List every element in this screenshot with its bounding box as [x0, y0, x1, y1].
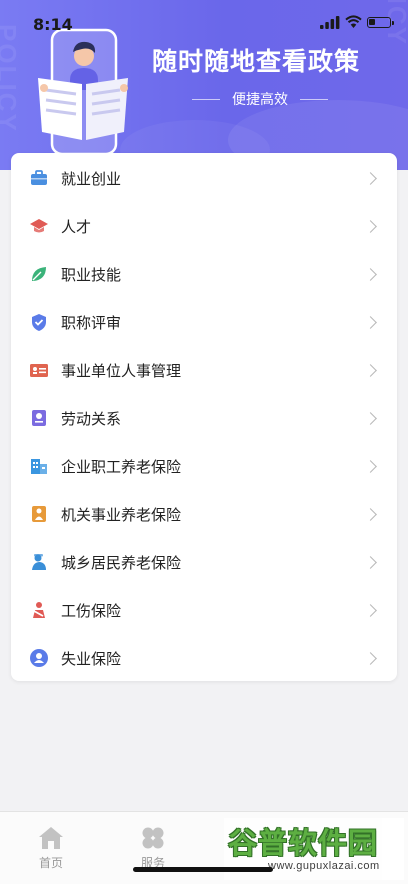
tab-home[interactable]: 首页: [21, 826, 81, 871]
banner-subtitle: 便捷高效: [232, 92, 288, 108]
chevron-right-icon: [364, 411, 377, 425]
chevron-right-icon: [364, 315, 377, 329]
list-item[interactable]: 人才: [11, 202, 397, 250]
chevron-right-icon: [364, 651, 377, 665]
suit-person-icon: [32, 506, 46, 522]
id-card-icon: [30, 364, 48, 377]
policy-category-list: 就业创业人才职业技能职称评审事业单位人事管理 劳动关系企业职工养老保险 机关事业养老…: [11, 153, 397, 681]
watermark-title: 谷普软件园: [228, 826, 379, 860]
clover-icon: [142, 827, 164, 849]
list-item-label: 工伤保险: [61, 601, 122, 620]
tab-home-label: 首页: [38, 856, 63, 870]
battery-icon: [367, 17, 394, 28]
list-item-label: 机关事业养老保险: [61, 505, 182, 524]
chevron-right-icon: [364, 603, 377, 617]
banner-title: 随时随地查看政策: [152, 47, 361, 76]
home-indicator: [133, 867, 273, 872]
chevron-right-icon: [364, 363, 377, 377]
list-item[interactable]: 职称评审: [11, 298, 397, 346]
list-item[interactable]: 企业职工养老保险: [11, 442, 397, 490]
list-item[interactable]: 劳动关系: [11, 394, 397, 442]
divider: [192, 98, 220, 100]
graduation-cap-icon: [30, 219, 48, 233]
list-item[interactable]: 工伤保险: [11, 586, 397, 634]
injured-person-icon: [33, 602, 45, 618]
list-item[interactable]: 机关事业养老保险: [11, 490, 397, 538]
list-item[interactable]: 事业单位人事管理: [11, 346, 397, 394]
cellular-signal-icon: [320, 16, 340, 29]
list-item[interactable]: 失业保险: [11, 634, 397, 682]
chevron-right-icon: [364, 171, 377, 185]
list-item[interactable]: 就业创业: [11, 154, 397, 202]
list-item-label: 企业职工养老保险: [61, 457, 182, 476]
list-item-label: 职业技能: [61, 265, 122, 284]
worker-icon: [32, 554, 46, 570]
shield-check-icon: [32, 314, 46, 331]
list-item-label: 职称评审: [61, 313, 122, 332]
watermark-url: www.gupuxlazai.com: [268, 860, 380, 872]
status-time: 8:14: [33, 15, 73, 34]
divider: [300, 98, 328, 100]
list-item-label: 失业保险: [61, 649, 122, 668]
chevron-right-icon: [364, 507, 377, 521]
person-circle-icon: [30, 649, 48, 667]
list-item-label: 人才: [61, 217, 92, 236]
leaf-icon: [32, 267, 46, 281]
contract-icon: [32, 410, 46, 426]
list-item-label: 事业单位人事管理: [61, 361, 182, 380]
list-item-label: 城乡居民养老保险: [61, 553, 182, 572]
chevron-right-icon: [364, 219, 377, 233]
briefcase-icon: [31, 170, 47, 185]
chevron-right-icon: [364, 555, 377, 569]
person-reading-illustration: [38, 28, 128, 156]
wifi-icon: [345, 15, 362, 28]
list-item-label: 劳动关系: [61, 409, 122, 428]
tab-service[interactable]: 服务: [123, 826, 183, 871]
status-bar: 8:14: [0, 0, 408, 44]
chevron-right-icon: [364, 459, 377, 473]
list-item[interactable]: 城乡居民养老保险: [11, 538, 397, 586]
banner-subtitle-row: 便捷高效: [180, 88, 340, 110]
building-icon: [31, 459, 47, 474]
list-item[interactable]: 职业技能: [11, 250, 397, 298]
list-item-label: 就业创业: [61, 169, 122, 188]
home-icon: [39, 827, 63, 849]
chevron-right-icon: [364, 267, 377, 281]
